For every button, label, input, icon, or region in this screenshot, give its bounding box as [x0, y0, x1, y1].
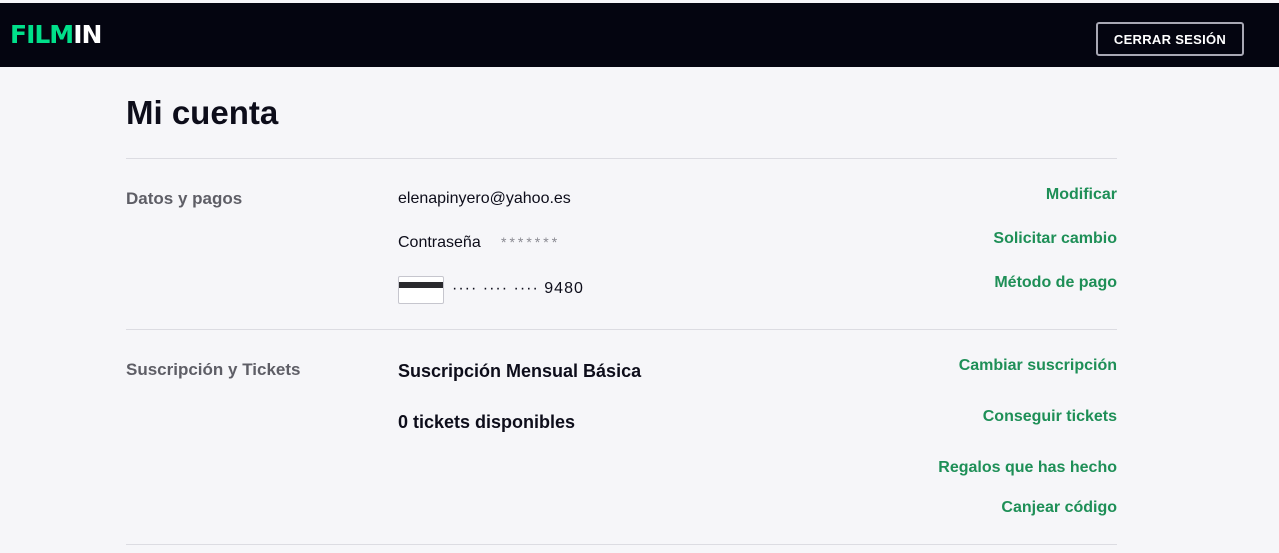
- get-tickets-link[interactable]: Conseguir tickets: [983, 408, 1117, 426]
- page-title: Mi cuenta: [126, 94, 279, 131]
- redeem-code-link[interactable]: Canjear código: [1001, 499, 1117, 517]
- request-change-link[interactable]: Solicitar cambio: [993, 230, 1117, 248]
- change-subscription-link[interactable]: Cambiar suscripción: [959, 357, 1117, 375]
- account-email: elenapinyero@yahoo.es: [398, 190, 571, 207]
- logout-button[interactable]: CERRAR SESIÓN: [1096, 22, 1244, 56]
- payment-method-link[interactable]: Método de pago: [994, 274, 1117, 292]
- credit-card-icon: [398, 276, 444, 304]
- modify-link[interactable]: Modificar: [1046, 186, 1117, 204]
- logo-part-film: FILM: [10, 20, 74, 49]
- section-label-subscription: Suscripción y Tickets: [126, 360, 301, 379]
- gifts-link[interactable]: Regalos que has hecho: [938, 459, 1117, 477]
- divider-top: [126, 158, 1117, 159]
- divider-bottom: [126, 544, 1117, 545]
- section-label-account: Datos y pagos: [126, 189, 243, 208]
- password-label: Contraseña: [398, 234, 481, 251]
- divider-middle: [126, 329, 1117, 330]
- logo-part-in: IN: [73, 20, 102, 49]
- filmin-logo[interactable]: FILMIN: [10, 20, 102, 49]
- password-mask: *******: [501, 234, 561, 250]
- card-number-masked: ···· ···· ···· 9480: [452, 280, 584, 297]
- subscription-plan: Suscripción Mensual Básica: [398, 361, 642, 381]
- top-navigation-bar: FILMIN CERRAR SESIÓN: [0, 3, 1279, 67]
- tickets-available: 0 tickets disponibles: [398, 412, 576, 432]
